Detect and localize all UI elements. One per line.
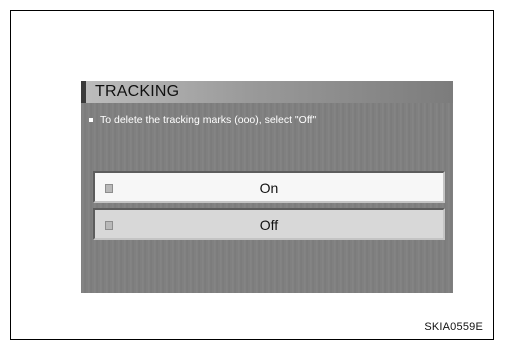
on-button-label: On <box>259 180 279 196</box>
info-text-label: To delete the tracking marks (ooo), sele… <box>100 114 317 126</box>
figure-frame: TRACKING To delete the tracking marks (o… <box>10 10 494 340</box>
off-button[interactable]: Off <box>93 208 445 240</box>
title-bar: TRACKING <box>81 81 453 103</box>
screen-title: TRACKING <box>95 83 180 100</box>
title-accent <box>81 81 86 103</box>
figure-caption: SKIA0559E <box>424 321 483 333</box>
tracking-screen: TRACKING To delete the tracking marks (o… <box>81 81 453 293</box>
info-text: To delete the tracking marks (ooo), sele… <box>89 114 316 126</box>
on-button[interactable]: On <box>93 171 445 203</box>
bullet-icon <box>89 118 93 122</box>
off-button-label: Off <box>259 217 279 233</box>
